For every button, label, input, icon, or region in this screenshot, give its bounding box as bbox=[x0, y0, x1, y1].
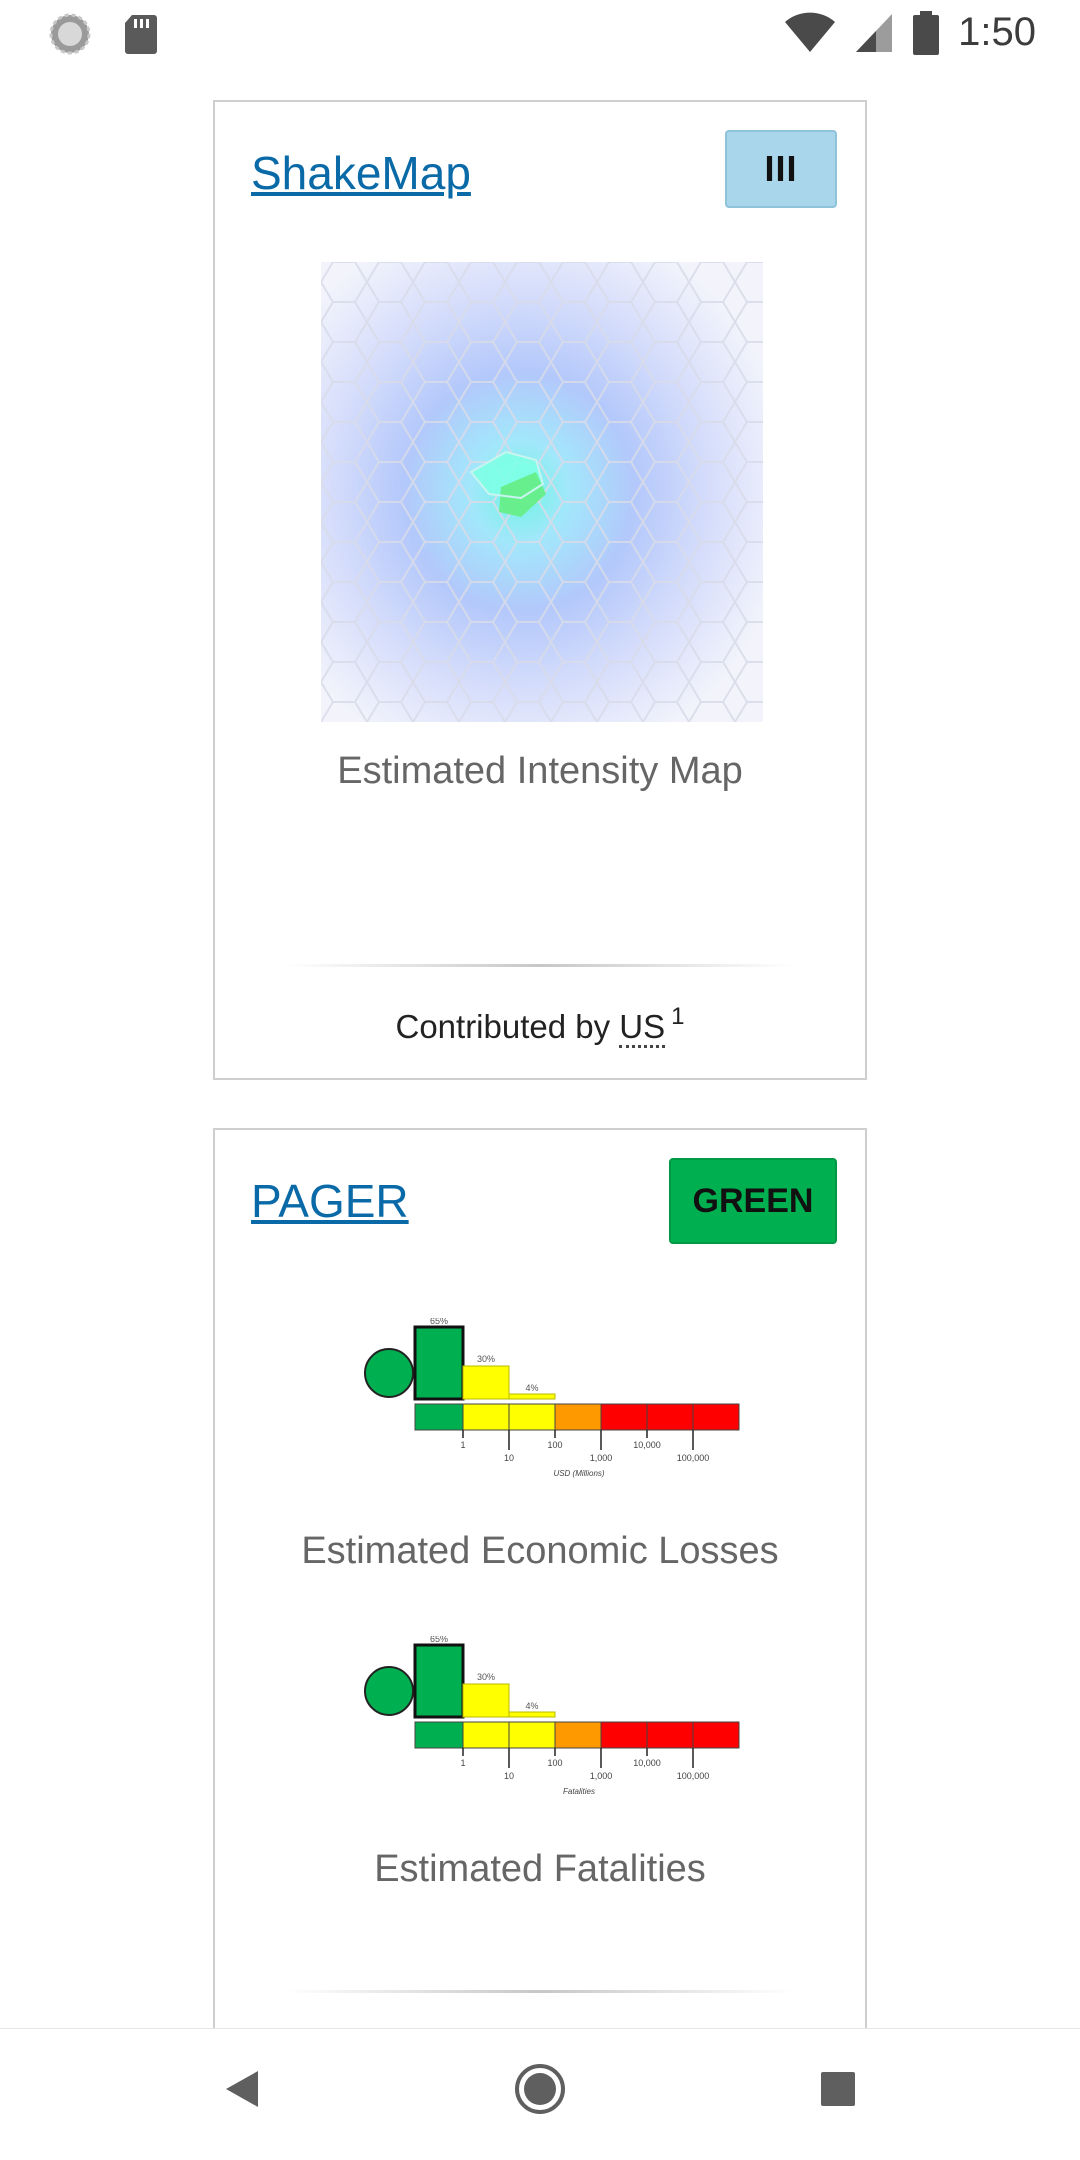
econ-color-scale bbox=[414, 1403, 740, 1431]
fatal-pct-1: 65% bbox=[430, 1636, 448, 1644]
econ-tick-10: 10 bbox=[504, 1453, 514, 1463]
shakemap-contributor: Contributed by US 1 bbox=[215, 1003, 865, 1048]
status-right-icons: 1:50 bbox=[784, 10, 1036, 55]
fatal-tick-100: 100 bbox=[547, 1758, 562, 1768]
econ-alert-circle bbox=[364, 1348, 414, 1398]
economic-losses-caption: Estimated Economic Losses bbox=[301, 1530, 779, 1572]
status-left-icons bbox=[48, 12, 158, 56]
fatal-tick-1: 1 bbox=[460, 1758, 465, 1768]
fatal-bar-yellow bbox=[462, 1683, 510, 1718]
sync-icon bbox=[49, 13, 91, 55]
econ-axis-label: USD (Millions) bbox=[553, 1469, 604, 1478]
econ-tick-1: 1 bbox=[460, 1440, 465, 1450]
fatal-alert-circle bbox=[364, 1666, 414, 1716]
wifi-icon bbox=[785, 12, 836, 52]
sd-card-icon bbox=[125, 15, 157, 54]
fatal-bar-green bbox=[413, 1643, 465, 1719]
shakemap-link[interactable]: ShakeMap bbox=[251, 146, 471, 200]
fatal-color-scale bbox=[414, 1721, 740, 1749]
contributor-footnote: 1 bbox=[671, 1003, 685, 1030]
econ-pct-2: 30% bbox=[477, 1354, 495, 1364]
fatalities-chart[interactable]: 65% 30% 4% 1 10 100 1,000 10,000 100,000… bbox=[341, 1636, 741, 1816]
pager-card: PAGER GREEN 65% 30% 4% 1 10 100 1,000 10… bbox=[213, 1128, 867, 2028]
econ-tick-1000: 1,000 bbox=[590, 1453, 613, 1463]
home-icon[interactable] bbox=[514, 2063, 566, 2115]
fatal-tick-10: 10 bbox=[504, 1771, 514, 1781]
cell-signal-icon bbox=[856, 13, 893, 52]
fatal-pct-3: 4% bbox=[525, 1701, 538, 1711]
recents-icon[interactable] bbox=[820, 2071, 856, 2107]
status-time: 1:50 bbox=[958, 10, 1036, 54]
page-content[interactable]: ShakeMap III Estimated Intensity Map Con… bbox=[0, 66, 1080, 2028]
shakemap-divider bbox=[285, 964, 795, 967]
shakemap-card: ShakeMap III Estimated Intensity Map Con… bbox=[213, 100, 867, 1080]
status-bar: 1:50 bbox=[0, 0, 1080, 66]
fatal-axis-label: Fatalities bbox=[563, 1787, 595, 1796]
contributed-by-label: Contributed by bbox=[395, 1008, 611, 1045]
fatal-tick-10000: 10,000 bbox=[633, 1758, 661, 1768]
battery-icon bbox=[913, 10, 940, 55]
econ-bar-yellow-small bbox=[508, 1393, 556, 1400]
econ-tick-100000: 100,000 bbox=[677, 1453, 710, 1463]
pager-link[interactable]: PAGER bbox=[251, 1174, 409, 1228]
econ-pct-1: 65% bbox=[430, 1318, 448, 1326]
econ-bar-green bbox=[413, 1325, 465, 1401]
back-icon[interactable] bbox=[222, 2067, 262, 2111]
econ-bar-yellow bbox=[462, 1365, 510, 1400]
econ-tick-10000: 10,000 bbox=[633, 1440, 661, 1450]
alert-level-badge: GREEN bbox=[669, 1158, 837, 1244]
intensity-map-caption: Estimated Intensity Map bbox=[337, 750, 743, 792]
fatalities-caption: Estimated Fatalities bbox=[374, 1848, 706, 1890]
contributor-abbr[interactable]: US bbox=[619, 1008, 666, 1048]
economic-losses-chart[interactable]: 65% 30% 4% 1 10 100 1,000 10,000 100,000… bbox=[341, 1318, 741, 1498]
econ-tick-100: 100 bbox=[547, 1440, 562, 1450]
fatal-tick-1000: 1,000 bbox=[590, 1771, 613, 1781]
intensity-badge: III bbox=[725, 130, 837, 208]
fatal-pct-2: 30% bbox=[477, 1672, 495, 1682]
fatal-tick-100000: 100,000 bbox=[677, 1771, 710, 1781]
intensity-map-image[interactable] bbox=[321, 262, 763, 722]
econ-pct-3: 4% bbox=[525, 1383, 538, 1393]
fatal-bar-yellow-small bbox=[508, 1711, 556, 1718]
navigation-bar bbox=[0, 2028, 1080, 2160]
pager-divider bbox=[285, 1990, 795, 1993]
